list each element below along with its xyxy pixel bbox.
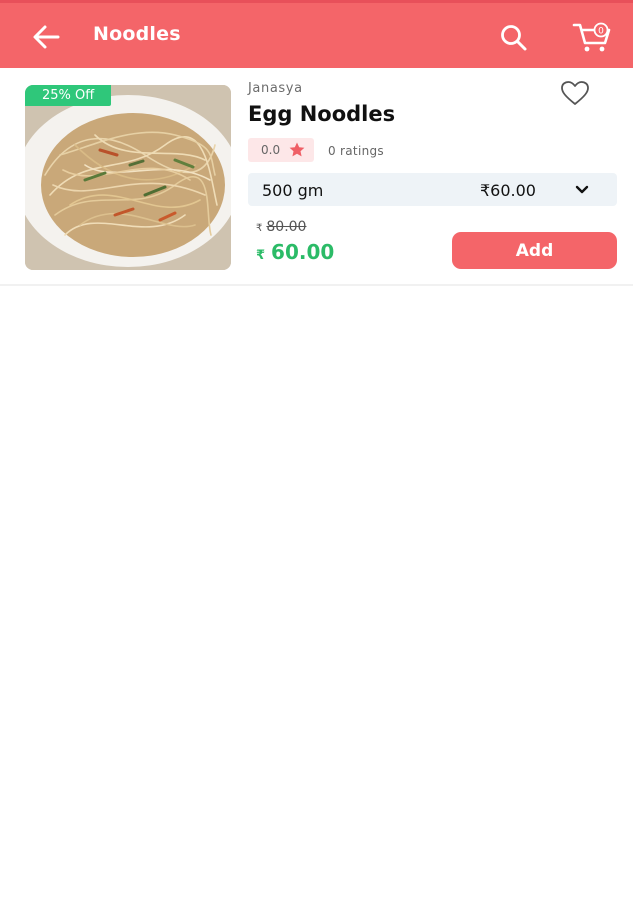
rating-value: 0.0 bbox=[261, 143, 281, 157]
heart-outline-icon[interactable] bbox=[559, 79, 591, 107]
rating-chip: 0.0 bbox=[248, 138, 314, 162]
page-title: Noodles bbox=[93, 23, 181, 45]
sale-price: ₹60.00 bbox=[256, 240, 335, 264]
variant-price: ₹60.00 bbox=[480, 181, 536, 200]
arrow-left-icon[interactable] bbox=[28, 21, 64, 53]
original-price: ₹80.00 bbox=[256, 219, 307, 235]
cart-count-badge: 0 bbox=[598, 27, 604, 37]
chevron-down-icon bbox=[575, 185, 589, 194]
variant-weight: 500 gm bbox=[262, 181, 324, 200]
rating-count: 0 ratings bbox=[328, 144, 384, 158]
search-icon[interactable] bbox=[497, 21, 531, 55]
product-card[interactable]: 25% Off Janasya Egg Noodles 0.0 0 rating… bbox=[0, 68, 633, 286]
star-icon bbox=[289, 142, 305, 157]
cart-icon[interactable]: 0 bbox=[571, 19, 615, 55]
app-bar: Noodles 0 bbox=[0, 0, 633, 68]
discount-badge: 25% Off bbox=[25, 85, 112, 106]
sale-price-value: 60.00 bbox=[271, 240, 335, 264]
mrp-value: 80.00 bbox=[266, 219, 307, 235]
add-button[interactable]: Add bbox=[452, 232, 617, 269]
variant-dropdown[interactable]: 500 gm ₹60.00 bbox=[248, 173, 617, 206]
noodles-photo[interactable] bbox=[25, 85, 231, 270]
product-name[interactable]: Egg Noodles bbox=[248, 102, 395, 126]
brand-name: Janasya bbox=[248, 81, 303, 96]
